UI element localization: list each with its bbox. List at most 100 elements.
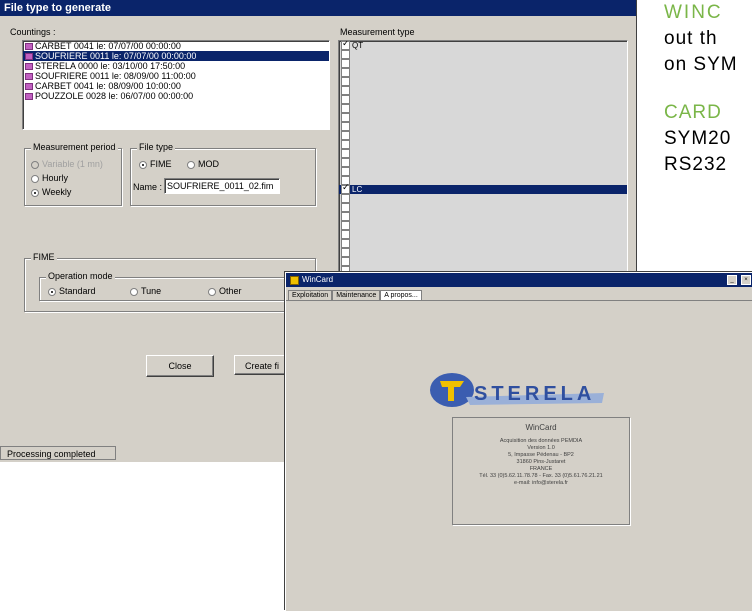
file-type-label: File type [137,142,176,152]
measurement-type-row[interactable] [339,95,627,104]
period-hourly-radio[interactable]: Hourly [31,173,68,183]
status-bar: Processing completed [0,446,116,460]
list-item[interactable]: CARBET 0041 le: 07/07/00 00:00:00 [23,41,329,51]
measurement-type-row[interactable] [339,59,627,68]
op-standard-radio[interactable]: Standard [48,286,96,296]
measurement-type-row[interactable] [339,104,627,113]
counting-icon [25,92,33,100]
measurement-type-row[interactable] [339,113,627,122]
create-file-button[interactable]: Create fi [234,355,292,375]
checkbox-icon[interactable] [341,41,350,50]
measurement-type-row[interactable] [339,167,627,176]
op-tune-radio[interactable]: Tune [130,286,161,296]
checkbox-icon[interactable] [341,131,350,140]
checkbox-icon[interactable] [341,86,350,95]
sterela-logo: STERELA [426,369,616,411]
measurement-type-row[interactable] [339,149,627,158]
counting-icon [25,52,33,60]
measurement-type-row[interactable] [339,257,627,266]
filetype-mod-radio[interactable]: MOD [187,159,219,169]
about-line: FRANCE [529,466,553,472]
operation-mode-group: Operation mode Standard Tune Other [39,271,291,301]
filetype-fime-radio[interactable]: FIME [139,159,172,169]
measurement-type-row[interactable] [339,176,627,185]
close-button[interactable]: Close [146,355,214,377]
checkbox-icon[interactable] [341,221,350,230]
measurement-type-row[interactable] [339,203,627,212]
measurement-type-row[interactable] [339,194,627,203]
file-type-group: File type FIME MOD Name : SOUFRIERE_0011… [130,142,316,206]
radio-icon [208,287,216,296]
checkbox-icon[interactable] [341,248,350,257]
measurement-type-row[interactable] [339,68,627,77]
minimize-icon[interactable]: _ [727,275,737,285]
counting-icon [25,42,33,50]
checkbox-icon[interactable] [341,122,350,131]
measurement-type-row[interactable] [339,50,627,59]
radio-icon [187,160,195,169]
about-box: WinCard Acquisition des données PEMDIA V… [452,417,630,525]
measurement-type-row[interactable] [339,158,627,167]
measurement-type-row[interactable] [339,212,627,221]
measurement-type-row[interactable] [339,239,627,248]
measurement-type-list[interactable]: QT LC [338,40,628,278]
measurement-type-row[interactable]: QT [339,41,627,50]
measurement-type-row[interactable] [339,140,627,149]
checkbox-icon[interactable] [341,230,350,239]
measurement-type-row[interactable] [339,131,627,140]
checkbox-icon[interactable] [341,68,350,77]
bg-text-line3: on SYM [664,54,738,75]
list-item[interactable]: STERELA 0000 le: 03/10/00 17:50:00 [23,61,329,71]
measurement-type-row[interactable] [339,86,627,95]
checkbox-icon[interactable] [341,104,350,113]
checkbox-icon[interactable] [341,59,350,68]
checkbox-icon[interactable] [341,183,350,194]
measurement-type-row[interactable] [339,221,627,230]
name-label: Name : [133,182,163,192]
measurement-type-row[interactable] [339,122,627,131]
about-line: 31860 Pins-Justaret [516,459,566,465]
fime-group: FIME Operation mode Standard Tune Other [24,252,316,312]
bg-text-line2: out th [664,28,718,49]
checkbox-icon[interactable] [341,158,350,167]
checkbox-icon[interactable] [341,239,350,248]
checkbox-icon[interactable] [341,149,350,158]
op-other-radio[interactable]: Other [208,286,242,296]
measurement-type-row[interactable] [339,77,627,86]
radio-icon [139,160,147,169]
radio-icon [48,287,56,296]
checkbox-icon[interactable] [341,50,350,59]
checkbox-icon[interactable] [341,140,350,149]
measurement-type-row[interactable] [339,230,627,239]
checkbox-icon[interactable] [341,113,350,122]
counting-icon [25,82,33,90]
checkbox-icon[interactable] [341,257,350,266]
list-item[interactable]: SOUFRIERE 0011 le: 07/07/00 00:00:00 [23,51,329,61]
period-weekly-radio[interactable]: Weekly [31,187,71,197]
radio-icon [130,287,138,296]
tab-maintenance[interactable]: Maintenance [332,290,381,300]
checkbox-icon[interactable] [341,212,350,221]
checkbox-icon[interactable] [341,95,350,104]
name-field[interactable]: SOUFRIERE_0011_02.fim [164,178,280,194]
checkbox-icon[interactable] [341,203,350,212]
measurement-type-row[interactable]: LC [339,183,627,194]
countings-list[interactable]: CARBET 0041 le: 07/07/00 00:00:00 SOUFRI… [22,40,330,130]
close-icon[interactable]: × [741,275,751,285]
list-item[interactable]: POUZZOLE 0028 le: 06/07/00 00:00:00 [23,91,329,101]
operation-mode-label: Operation mode [46,271,115,281]
bg-text-line5: SYM20 [664,128,732,149]
radio-icon [31,188,39,197]
about-line: Acquisition des données PEMDIA [499,438,583,444]
radio-icon [31,160,39,169]
tab-exploitation[interactable]: Exploitation [288,290,333,300]
checkbox-icon[interactable] [341,194,350,203]
list-item[interactable]: CARBET 0041 le: 08/09/00 10:00:00 [23,81,329,91]
bg-text-line4: CARD [664,102,722,123]
tab-about[interactable]: A propos... [380,290,422,300]
checkbox-icon[interactable] [341,167,350,176]
checkbox-icon[interactable] [341,77,350,86]
list-item[interactable]: SOUFRIERE 0011 le: 08/09/00 11:00:00 [23,71,329,81]
measurement-type-row[interactable] [339,248,627,257]
wincard-titlebar: WinCard _ × [286,273,752,287]
